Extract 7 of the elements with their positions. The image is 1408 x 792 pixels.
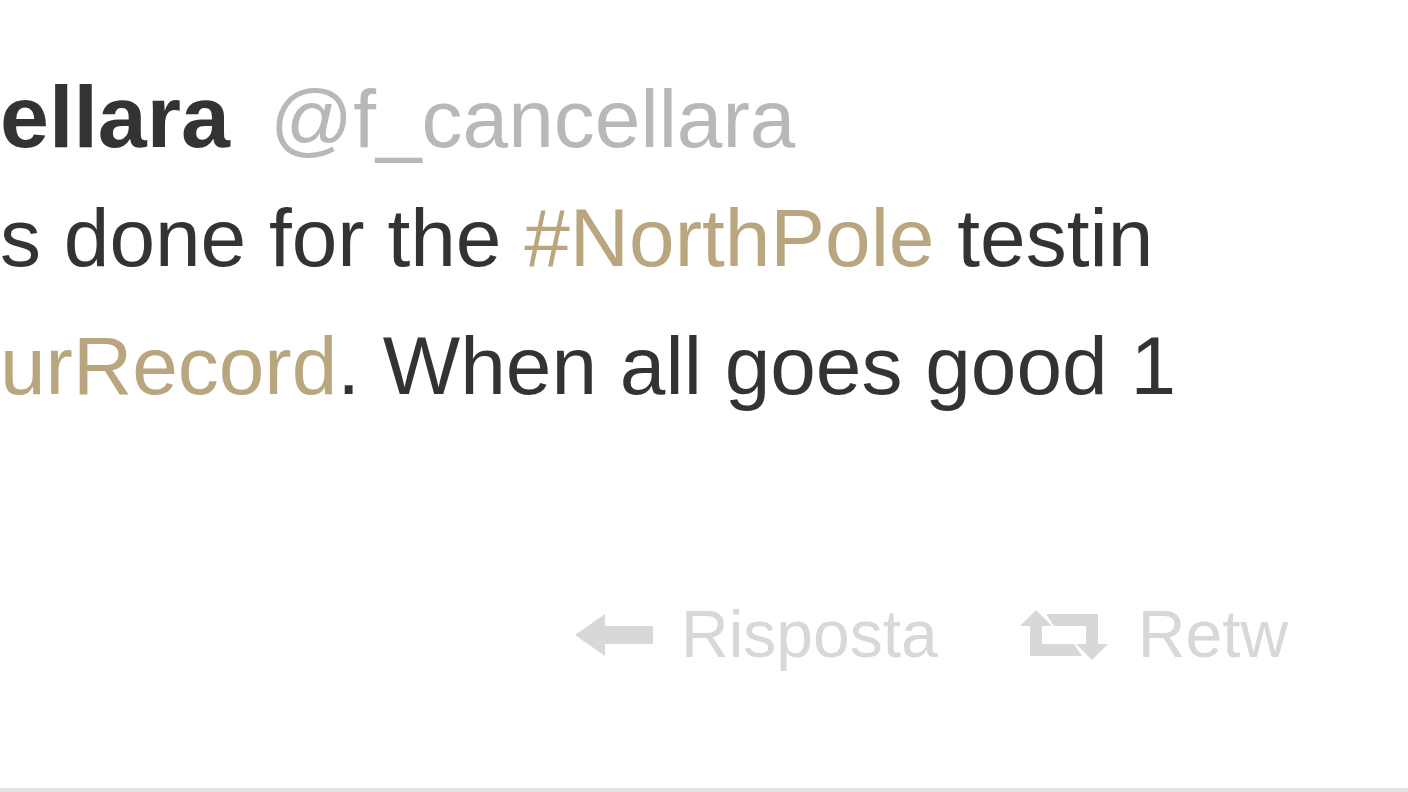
user-name[interactable]: ellara xyxy=(0,62,230,172)
hashtag-link[interactable]: urRecord xyxy=(0,320,338,411)
tweet-text-line: s done for the #NorthPole testin xyxy=(0,191,1154,285)
user-handle[interactable]: @f_cancellara xyxy=(269,64,796,174)
tweet-text-line: urRecord. When all goes good 1 xyxy=(0,319,1177,413)
hashtag-link[interactable]: #NorthPole xyxy=(524,192,935,283)
reply-arrow-icon xyxy=(575,611,653,658)
